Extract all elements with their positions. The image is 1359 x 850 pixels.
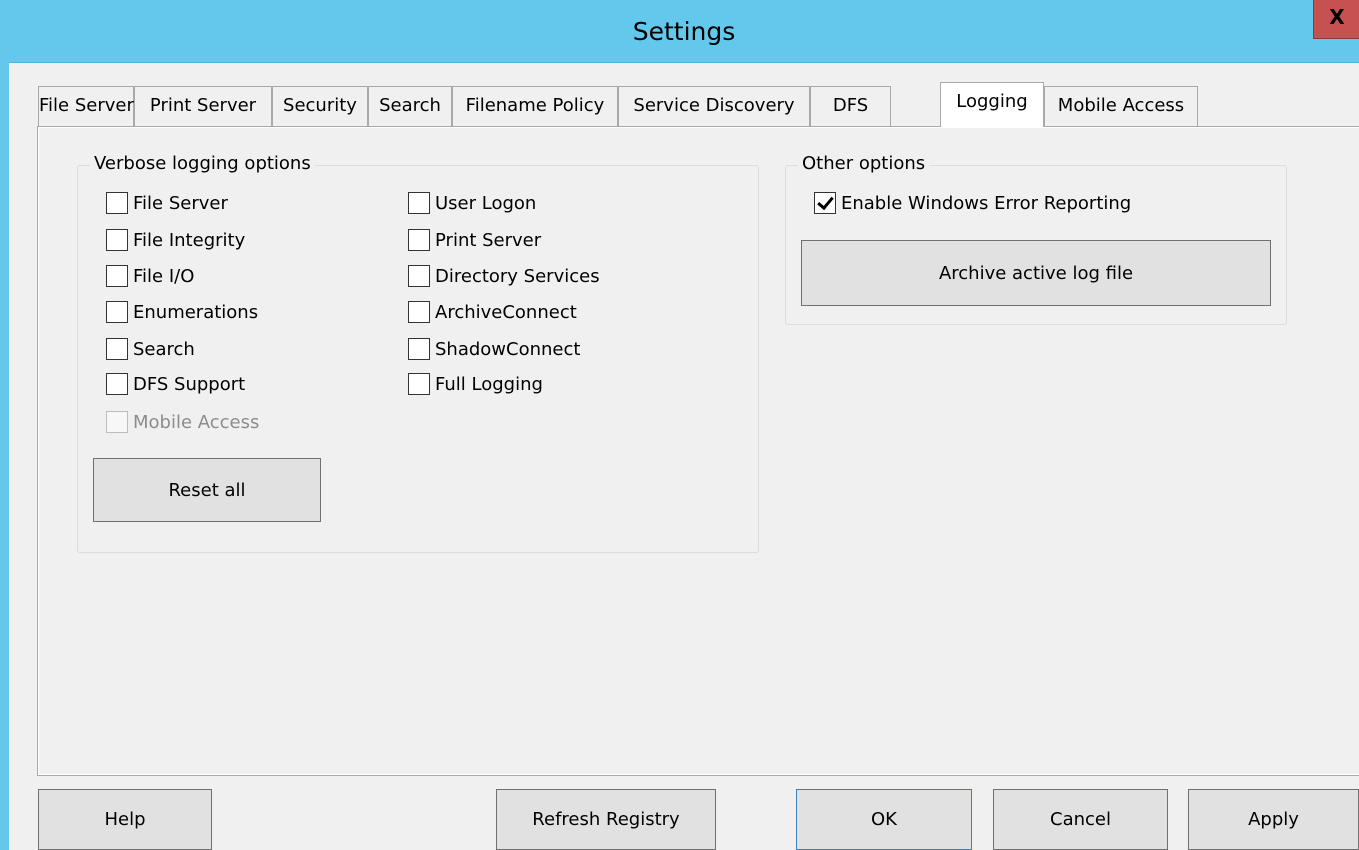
tab-file-server[interactable]: File Server bbox=[38, 86, 134, 126]
reset-all-button[interactable]: Reset all bbox=[93, 458, 321, 522]
tab-print-server[interactable]: Print Server bbox=[134, 86, 272, 126]
option-label: DFS Support bbox=[133, 373, 246, 395]
tab-security[interactable]: Security bbox=[272, 86, 368, 126]
option-label: Enumerations bbox=[133, 301, 259, 323]
option-label: Enable Windows Error Reporting bbox=[841, 192, 1132, 214]
option-shadowconnect[interactable]: ShadowConnect bbox=[408, 336, 580, 362]
checkmark-icon bbox=[817, 192, 834, 211]
checkbox[interactable] bbox=[408, 373, 430, 395]
apply-button[interactable]: Apply bbox=[1188, 789, 1359, 850]
option-label: File Integrity bbox=[133, 229, 246, 251]
option-label: Directory Services bbox=[435, 265, 600, 287]
title-bar[interactable]: Settings X bbox=[9, 0, 1359, 63]
checkbox-disabled bbox=[106, 411, 128, 433]
ok-button[interactable]: OK bbox=[796, 789, 972, 850]
option-dfs-support[interactable]: DFS Support bbox=[106, 371, 245, 397]
option-file-io[interactable]: File I/O bbox=[106, 263, 194, 289]
option-print-server[interactable]: Print Server bbox=[408, 227, 541, 253]
checkbox[interactable] bbox=[408, 301, 430, 323]
option-label: User Logon bbox=[435, 192, 537, 214]
help-button[interactable]: Help bbox=[38, 789, 212, 850]
window-frame-edge bbox=[0, 0, 9, 850]
checkbox[interactable] bbox=[408, 229, 430, 251]
checkbox[interactable] bbox=[408, 192, 430, 214]
checkbox[interactable] bbox=[106, 265, 128, 287]
tab-service-discovery[interactable]: Service Discovery bbox=[618, 86, 810, 126]
other-options-group: Other options Enable Windows Error Repor… bbox=[785, 152, 1287, 325]
archive-log-button[interactable]: Archive active log file bbox=[801, 240, 1271, 306]
option-full-logging[interactable]: Full Logging bbox=[408, 371, 543, 397]
close-button[interactable]: X bbox=[1313, 0, 1359, 39]
option-label: Mobile Access bbox=[133, 411, 260, 433]
option-enable-wer[interactable]: Enable Windows Error Reporting bbox=[814, 190, 1131, 216]
checkbox[interactable] bbox=[106, 338, 128, 360]
tab-dfs[interactable]: DFS bbox=[810, 86, 891, 126]
tab-mobile-access[interactable]: Mobile Access bbox=[1044, 86, 1198, 126]
option-user-logon[interactable]: User Logon bbox=[408, 190, 536, 216]
option-search[interactable]: Search bbox=[106, 336, 195, 362]
tab-filename-policy[interactable]: Filename Policy bbox=[452, 86, 618, 126]
tab-search[interactable]: Search bbox=[368, 86, 452, 126]
cancel-button[interactable]: Cancel bbox=[993, 789, 1168, 850]
checkbox-checked[interactable] bbox=[814, 192, 836, 214]
window-title: Settings bbox=[632, 17, 736, 46]
option-label: ArchiveConnect bbox=[435, 301, 577, 323]
checkbox[interactable] bbox=[106, 229, 128, 251]
option-archiveconnect[interactable]: ArchiveConnect bbox=[408, 299, 577, 325]
option-label: Search bbox=[133, 338, 195, 360]
refresh-registry-button[interactable]: Refresh Registry bbox=[496, 789, 716, 850]
option-label: Full Logging bbox=[435, 373, 543, 395]
option-mobile-access: Mobile Access bbox=[106, 409, 259, 435]
checkbox[interactable] bbox=[408, 265, 430, 287]
logging-tab-panel: Verbose logging options File Server File… bbox=[37, 126, 1359, 776]
settings-dialog: Settings X File Server Print Server Secu… bbox=[9, 0, 1359, 850]
checkbox[interactable] bbox=[106, 192, 128, 214]
option-file-integrity[interactable]: File Integrity bbox=[106, 227, 245, 253]
option-label: ShadowConnect bbox=[435, 338, 581, 360]
tab-logging[interactable]: Logging bbox=[940, 82, 1044, 127]
option-label: File Server bbox=[133, 192, 228, 214]
option-label: Print Server bbox=[435, 229, 542, 251]
option-directory-services[interactable]: Directory Services bbox=[408, 263, 600, 289]
option-label: File I/O bbox=[133, 265, 195, 287]
verbose-logging-group-title: Verbose logging options bbox=[90, 152, 315, 176]
option-file-server[interactable]: File Server bbox=[106, 190, 228, 216]
checkbox[interactable] bbox=[106, 373, 128, 395]
other-options-group-title: Other options bbox=[798, 152, 930, 176]
checkbox[interactable] bbox=[408, 338, 430, 360]
option-enumerations[interactable]: Enumerations bbox=[106, 299, 258, 325]
verbose-logging-group: Verbose logging options File Server File… bbox=[77, 152, 759, 553]
checkbox[interactable] bbox=[106, 301, 128, 323]
